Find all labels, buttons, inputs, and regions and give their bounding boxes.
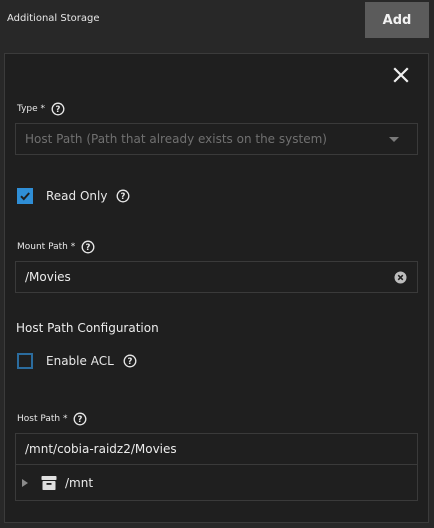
check-icon	[20, 192, 30, 201]
section-title: Additional Storage	[7, 13, 100, 24]
enable-acl-label: Enable ACL	[46, 354, 114, 368]
host-path-value: /mnt/cobia-raidz2/Movies	[25, 442, 177, 456]
help-icon[interactable]: ?	[51, 102, 65, 116]
help-icon[interactable]: ?	[81, 240, 95, 254]
host-path-label: Host Path *	[17, 414, 68, 424]
tree-node-label: /mnt	[65, 475, 94, 490]
host-path-config-title: Host Path Configuration	[16, 321, 159, 335]
read-only-label: Read Only	[46, 189, 108, 203]
mount-path-value: /Movies	[25, 270, 71, 284]
host-path-label-row: Host Path * ?	[17, 412, 87, 426]
mount-path-label-row: Mount Path * ?	[17, 240, 95, 254]
svg-text:?: ?	[121, 192, 126, 202]
add-button[interactable]: Add	[365, 2, 429, 38]
mount-path-label: Mount Path *	[17, 242, 76, 252]
read-only-checkbox-row[interactable]: Read Only ?	[17, 188, 130, 204]
explorer-tree-node[interactable]: /mnt	[15, 465, 418, 501]
type-label: Type *	[17, 104, 46, 114]
expand-arrow-icon[interactable]	[22, 478, 28, 487]
clear-icon[interactable]	[394, 271, 407, 284]
type-select[interactable]: Host Path (Path that already exists on t…	[15, 123, 418, 155]
section-header: Additional Storage Add	[0, 0, 434, 40]
type-select-value: Host Path (Path that already exists on t…	[25, 132, 327, 146]
read-only-checkbox[interactable]	[17, 188, 33, 204]
help-icon[interactable]: ?	[116, 189, 130, 203]
help-icon[interactable]: ?	[73, 412, 87, 426]
close-icon[interactable]	[391, 65, 411, 85]
type-label-row: Type * ?	[17, 102, 65, 116]
enable-acl-checkbox[interactable]	[17, 353, 33, 369]
svg-text:?: ?	[127, 357, 132, 367]
dropdown-arrow-icon	[389, 137, 399, 142]
enable-acl-checkbox-row[interactable]: Enable ACL ?	[17, 353, 137, 369]
svg-text:?: ?	[78, 415, 83, 425]
host-path-input[interactable]: /mnt/cobia-raidz2/Movies	[15, 433, 418, 465]
svg-text:?: ?	[86, 243, 91, 253]
mount-path-input[interactable]: /Movies	[15, 261, 418, 293]
archive-folder-icon	[41, 475, 57, 490]
help-icon[interactable]: ?	[123, 354, 137, 368]
svg-text:?: ?	[56, 105, 61, 115]
